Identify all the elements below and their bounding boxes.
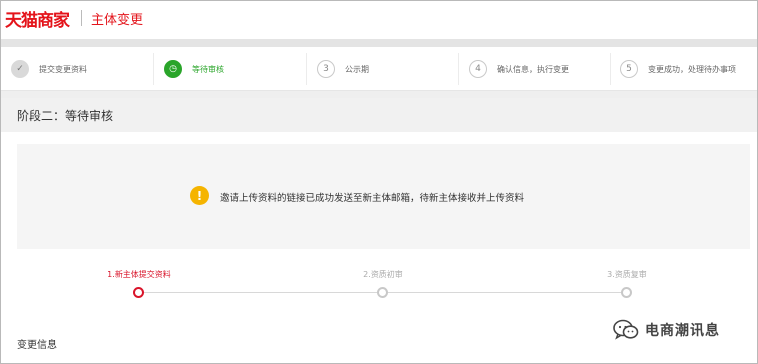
page-title: 主体变更 bbox=[91, 13, 144, 28]
step-confirm-execute: 4 确认信息，执行变更 bbox=[469, 53, 569, 85]
progress-label-initial-review: 2.资质初审 bbox=[363, 270, 403, 279]
watermark: 电商潮讯息 bbox=[613, 319, 720, 341]
step-label: 确认信息，执行变更 bbox=[497, 64, 569, 74]
step-submit-materials: ✓ 提交变更资料 bbox=[11, 53, 87, 85]
progress-label-submit: 1.新主体提交资料 bbox=[107, 270, 171, 279]
step-label: 变更成功，处理待办事项 bbox=[648, 64, 736, 74]
step-number: 3 bbox=[317, 60, 335, 78]
wechat-icon bbox=[613, 319, 639, 341]
step-label: 等待审核 bbox=[192, 64, 224, 74]
stage-title: 阶段二：等待审核 bbox=[17, 109, 114, 123]
step-number: 5 bbox=[620, 60, 638, 78]
notice-message: 邀请上传资料的链接已成功发送至新主体邮箱，待新主体接收并上传资料 bbox=[220, 193, 525, 204]
stage-bar: 阶段二：等待审核 bbox=[1, 98, 757, 132]
header-band bbox=[1, 39, 757, 47]
section-gap bbox=[1, 91, 757, 98]
check-icon: ✓ bbox=[11, 60, 29, 78]
step-number: 4 bbox=[469, 60, 487, 78]
step-divider bbox=[458, 53, 459, 85]
top-header: 天猫商家 主体变更 bbox=[1, 1, 757, 39]
step-divider bbox=[153, 53, 154, 85]
page-frame: 天猫商家 主体变更 ✓ 提交变更资料 ◷ 等待审核 3 公示期 4 确认信息，执… bbox=[0, 0, 758, 364]
tmall-merchant-logo[interactable]: 天猫商家 bbox=[5, 6, 70, 31]
step-bar: ✓ 提交变更资料 ◷ 等待审核 3 公示期 4 确认信息，执行变更 5 变更成功… bbox=[1, 47, 757, 91]
step-divider bbox=[610, 53, 611, 85]
header-divider bbox=[81, 10, 82, 26]
warning-icon: ! bbox=[190, 186, 209, 205]
section-title-change-info: 变更信息 bbox=[17, 340, 57, 351]
clock-icon: ◷ bbox=[164, 60, 182, 78]
step-await-review: ◷ 等待审核 bbox=[164, 53, 224, 85]
step-public-notice: 3 公示期 bbox=[317, 53, 369, 85]
progress-label-second-review: 3.资质复审 bbox=[607, 270, 647, 279]
step-change-success: 5 变更成功，处理待办事项 bbox=[620, 53, 736, 85]
progress-node-submit bbox=[133, 287, 144, 298]
step-label: 提交变更资料 bbox=[39, 64, 87, 74]
progress-node-second-review bbox=[621, 287, 632, 298]
step-divider bbox=[306, 53, 307, 85]
step-label: 公示期 bbox=[345, 64, 369, 74]
progress-node-initial-review bbox=[377, 287, 388, 298]
watermark-text: 电商潮讯息 bbox=[645, 323, 720, 339]
notice-box: ! 邀请上传资料的链接已成功发送至新主体邮箱，待新主体接收并上传资料 bbox=[17, 144, 750, 249]
